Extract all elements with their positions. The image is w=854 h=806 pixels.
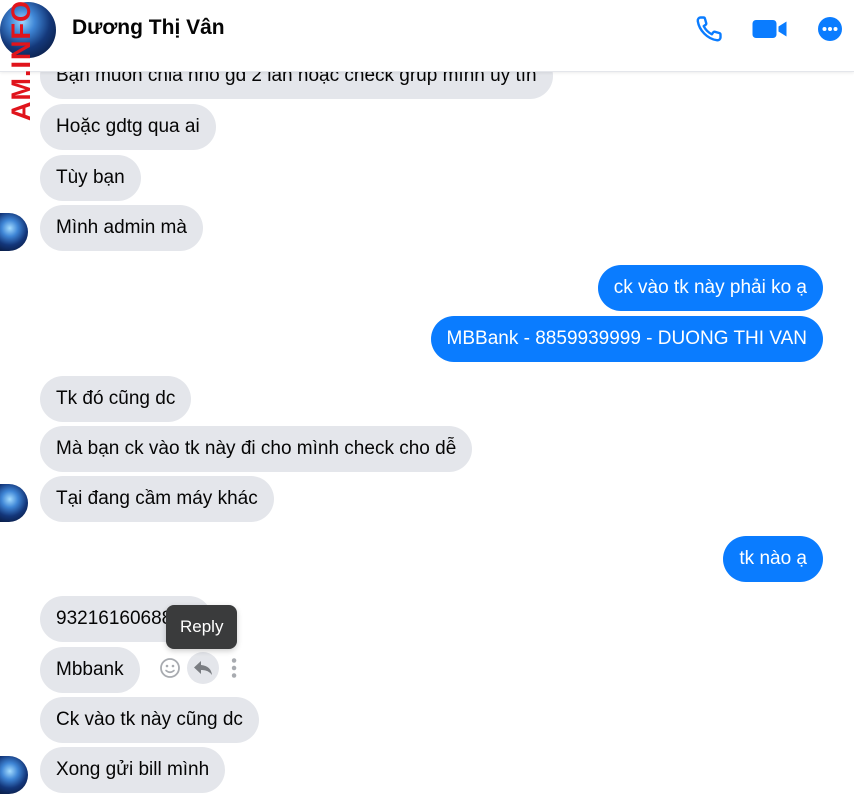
incoming-message[interactable]: Tk đó cũng dc [40,376,192,422]
contact-avatar[interactable] [0,484,28,522]
outgoing-message[interactable]: tk nào ạ [723,536,823,582]
incoming-message[interactable]: Mbbank [40,647,140,693]
react-icon[interactable] [158,652,190,684]
incoming-message[interactable]: Mình admin mà [40,205,203,251]
outgoing-message[interactable]: ck vào tk này phải ko ạ [597,265,823,311]
incoming-message[interactable]: Hoặc gdtg qua ai [40,104,216,150]
message-list: Bạn muốn chia nhỏ gd 2 lần hoặc check gr… [0,0,854,806]
more-icon[interactable] [220,652,250,684]
incoming-message[interactable]: Tùy bạn [40,155,141,201]
message-actions [158,652,248,684]
chat-header: Dương Thị Vân [0,0,854,72]
contact-avatar[interactable] [0,213,28,251]
reply-icon[interactable] [187,652,219,684]
incoming-message[interactable]: Xong gửi bill mình [40,747,226,793]
reply-tooltip: Reply [166,605,238,649]
contact-name[interactable]: Dương Thị Vân [72,16,225,40]
watermark-text: AM.INFO [6,0,36,121]
video-camera-icon[interactable] [751,14,789,44]
contact-avatar[interactable] [0,756,28,794]
phone-icon[interactable] [694,14,724,44]
incoming-message[interactable]: Tại đang cầm máy khác [40,476,274,522]
incoming-message[interactable]: Ck vào tk này cũng dc [40,697,259,743]
outgoing-message[interactable]: MBBank - 8859939999 - DUONG THI VAN [430,316,823,362]
incoming-message[interactable]: Mà bạn ck vào tk này đi cho mình check c… [40,426,473,472]
more-options-icon[interactable] [816,15,844,43]
